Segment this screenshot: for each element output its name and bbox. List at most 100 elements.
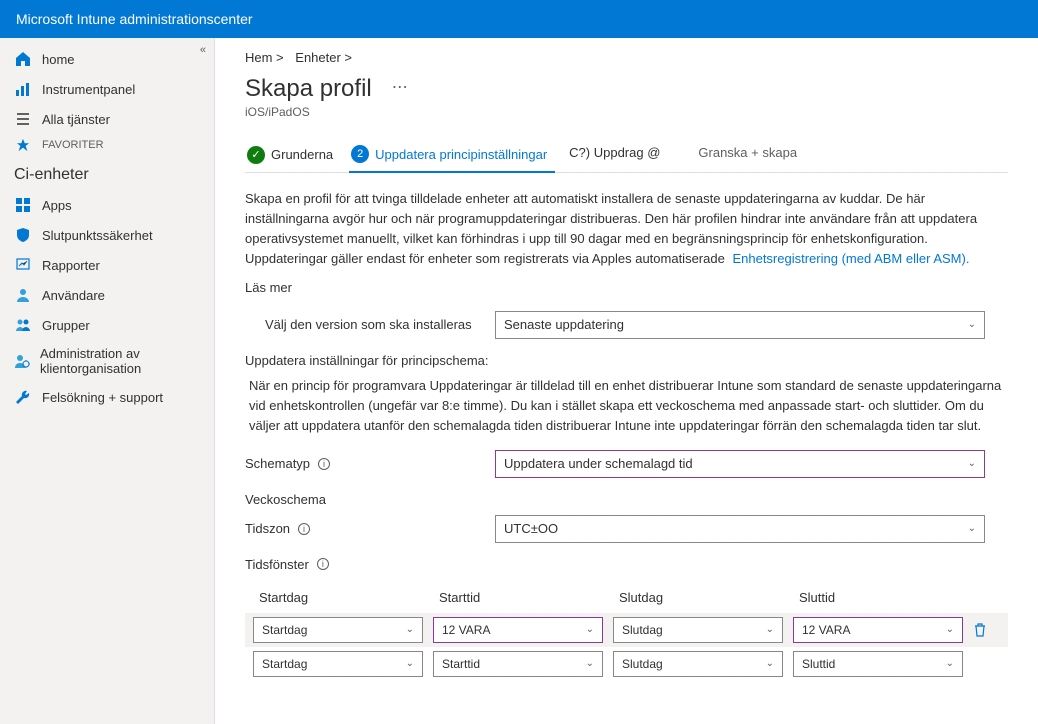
select-version-dropdown[interactable]: Senaste uppdatering ⌄ [495, 311, 985, 339]
dd-value: Slutdag [622, 657, 663, 671]
chevron-down-icon: ⌄ [968, 319, 976, 330]
chevron-down-icon: ⌄ [586, 658, 594, 669]
dd-value: Senaste uppdatering [504, 317, 624, 332]
schedule-type-label: Schematyp i [245, 456, 495, 471]
dd-value: Slutdag [622, 623, 663, 637]
dd-value: 12 VARA [442, 623, 490, 637]
profile-description: Skapa en profil för att tvinga tilldelad… [245, 189, 1008, 270]
sidebar-section-title: Ci-enheter [0, 156, 214, 190]
sidebar: « home Instrumentpanel Alla tjänster FAV… [0, 38, 215, 724]
col-endday: Slutdag [619, 590, 789, 605]
nav-dashboard[interactable]: Instrumentpanel [0, 74, 214, 104]
chevron-down-icon: ⌄ [946, 658, 954, 669]
info-icon[interactable]: i [298, 523, 310, 535]
page-subtitle: iOS/iPadOS [245, 105, 1008, 119]
table-row: Startdag ⌄ 12 VARA ⌄ Slutdag ⌄ 12 VARA ⌄ [245, 613, 1008, 647]
nav-label: Alla tjänster [42, 112, 110, 127]
nav-label: Apps [42, 198, 72, 213]
dd-value: UTC±OO [504, 521, 558, 536]
breadcrumb-devices[interactable]: Enheter > [295, 50, 352, 65]
dd-value: Startdag [262, 623, 307, 637]
nav-favorites-star[interactable]: FAVORITER [0, 134, 214, 156]
report-icon [14, 256, 32, 274]
portal-header: Microsoft Intune administrationscenter [0, 0, 1038, 38]
chevron-down-icon: ⌄ [968, 523, 976, 534]
step-basics[interactable]: ✓ Grunderna [245, 142, 341, 172]
shield-icon [14, 226, 32, 244]
favorites-label: FAVORITER [42, 139, 104, 151]
dd-value: Startdag [262, 657, 307, 671]
device-enrollment-link[interactable]: Enhetsregistrering (med ABM eller ASM). [732, 251, 969, 266]
step-review[interactable]: Granska + skapa [698, 145, 797, 168]
chevron-down-icon: ⌄ [766, 658, 774, 669]
check-icon: ✓ [247, 146, 265, 164]
apps-icon [14, 196, 32, 214]
breadcrumb: Hem > Enheter > [245, 50, 1008, 65]
sidebar-collapse-icon[interactable]: « [200, 44, 206, 56]
endday-dropdown[interactable]: Slutdag ⌄ [613, 617, 783, 643]
chevron-down-icon: ⌄ [586, 624, 594, 635]
time-windows-label: Tidsfönster i [245, 557, 495, 572]
dashboard-icon [14, 80, 32, 98]
wizard-steps: ✓ Grunderna 2 Uppdatera principinställni… [245, 141, 1008, 173]
nav-label: Instrumentpanel [42, 82, 135, 97]
nav-all-services[interactable]: Alla tjänster [0, 104, 214, 134]
nav-label: Slutpunktssäkerhet [42, 228, 153, 243]
breadcrumb-home[interactable]: Hem > [245, 50, 284, 65]
schedule-heading: Uppdatera inställningar för principschem… [245, 353, 1008, 368]
nav-apps[interactable]: Apps [0, 190, 214, 220]
startday-dropdown[interactable]: Startdag ⌄ [253, 651, 423, 677]
chevron-down-icon: ⌄ [766, 624, 774, 635]
nav-label: Grupper [42, 318, 90, 333]
chevron-down-icon: ⌄ [406, 624, 414, 635]
delete-row-icon[interactable] [973, 622, 1003, 638]
chevron-down-icon: ⌄ [946, 624, 954, 635]
select-version-label: Välj den version som ska installeras [245, 317, 495, 332]
nav-endpoint-security[interactable]: Slutpunktssäkerhet [0, 220, 214, 250]
starttime-dropdown[interactable]: Starttid ⌄ [433, 651, 603, 677]
info-icon[interactable]: i [318, 458, 330, 470]
dd-value: Uppdatera under schemalagd tid [504, 456, 693, 471]
home-icon [14, 50, 32, 68]
learn-more-link[interactable]: Läs mer [245, 280, 1008, 295]
chevron-down-icon: ⌄ [968, 458, 976, 469]
endtime-dropdown[interactable]: Sluttid ⌄ [793, 651, 963, 677]
info-icon[interactable]: i [317, 558, 329, 570]
schedule-type-dropdown[interactable]: Uppdatera under schemalagd tid ⌄ [495, 450, 985, 478]
nav-users[interactable]: Användare [0, 280, 214, 310]
dd-value: Starttid [442, 657, 480, 671]
nav-tenant-admin[interactable]: Administration av klientorganisation [0, 340, 214, 382]
nav-label: Administration av klientorganisation [40, 346, 200, 376]
more-actions-icon[interactable]: ⋯ [392, 77, 408, 97]
step-update-settings[interactable]: 2 Uppdatera principinställningar [349, 141, 555, 173]
nav-label: Felsökning + support [42, 390, 163, 405]
col-startday: Startdag [259, 590, 429, 605]
table-header: Startdag Starttid Slutdag Sluttid [245, 586, 1008, 613]
timezone-dropdown[interactable]: UTC±OO ⌄ [495, 515, 985, 543]
admin-icon [14, 352, 30, 370]
star-icon [14, 136, 32, 154]
timezone-label: Tidszon i [245, 521, 495, 536]
col-starttime: Starttid [439, 590, 609, 605]
schedule-description: När en princip för programvara Uppdateri… [245, 376, 1008, 436]
step-number-icon: 2 [351, 145, 369, 163]
nav-label: home [42, 52, 75, 67]
wrench-icon [14, 388, 32, 406]
nav-reports[interactable]: Rapporter [0, 250, 214, 280]
step-label: Grunderna [271, 147, 333, 162]
time-windows-table: Startdag Starttid Slutdag Sluttid Startd… [245, 586, 1008, 681]
list-icon [14, 110, 32, 128]
dd-value: 12 VARA [802, 623, 850, 637]
nav-groups[interactable]: Grupper [0, 310, 214, 340]
startday-dropdown[interactable]: Startdag ⌄ [253, 617, 423, 643]
endtime-dropdown[interactable]: 12 VARA ⌄ [793, 617, 963, 643]
group-icon [14, 316, 32, 334]
main-content: Hem > Enheter > Skapa profil ⋯ iOS/iPadO… [215, 38, 1038, 724]
chevron-down-icon: ⌄ [406, 658, 414, 669]
endday-dropdown[interactable]: Slutdag ⌄ [613, 651, 783, 677]
nav-home[interactable]: home [0, 44, 214, 74]
nav-label: Rapporter [42, 258, 100, 273]
starttime-dropdown[interactable]: 12 VARA ⌄ [433, 617, 603, 643]
step-assignments[interactable]: C?) Uppdrag @ [569, 145, 660, 168]
nav-troubleshoot[interactable]: Felsökning + support [0, 382, 214, 412]
